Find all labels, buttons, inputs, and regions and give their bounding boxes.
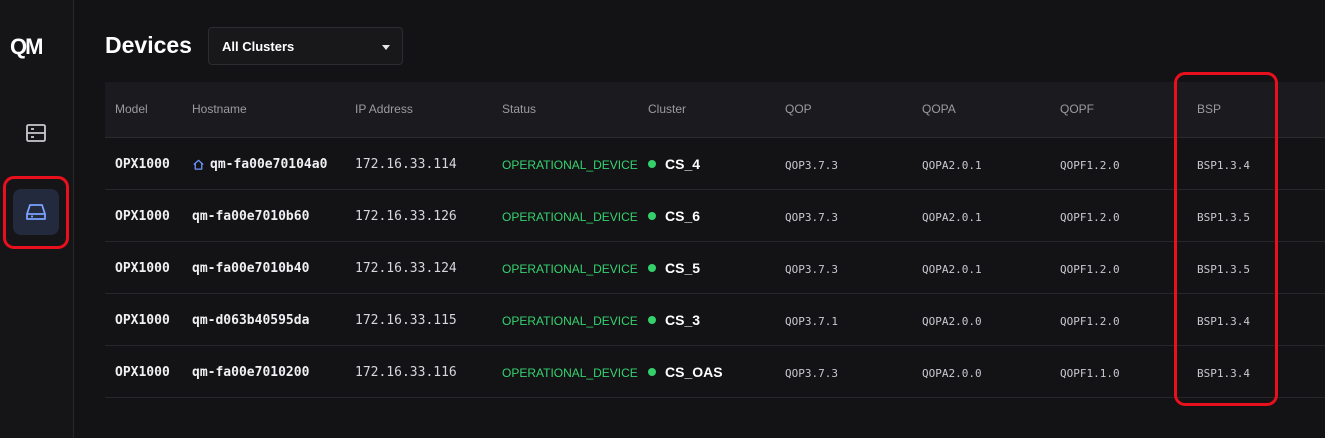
cell-hostname[interactable]: qm-d063b40595da (192, 313, 309, 328)
status-dot (648, 160, 656, 168)
cell-ip: 172.16.33.126 (355, 209, 457, 224)
cell-ip: 172.16.33.115 (355, 313, 457, 328)
col-header-ip: IP Address (355, 102, 413, 116)
cell-qop: QOP3.7.1 (785, 315, 838, 328)
table-row[interactable]: OPX1000 qm-fa00e7010200 172.16.33.116 OP… (105, 346, 1325, 398)
cell-cluster: CS_5 (648, 260, 700, 276)
cluster-name: CS_3 (665, 312, 701, 328)
cell-bsp: BSP1.3.4 (1197, 315, 1250, 328)
cluster-name: CS_5 (665, 260, 701, 276)
cell-cluster: CS_4 (648, 156, 700, 172)
sidebar-item-devices[interactable] (13, 189, 59, 235)
cell-qopf: QOPF1.2.0 (1060, 159, 1120, 172)
cell-status: OPERATIONAL_DEVICE (502, 158, 638, 172)
cell-hostname[interactable]: qm-fa00e70104a0 (192, 157, 327, 172)
cell-hostname[interactable]: qm-fa00e7010200 (192, 365, 309, 380)
cell-model: OPX1000 (115, 261, 170, 276)
cell-model: OPX1000 (115, 209, 170, 224)
cell-ip: 172.16.33.114 (355, 157, 457, 172)
server-icon (26, 124, 46, 142)
table-header: Model Hostname IP Address Status Cluster… (105, 82, 1325, 138)
cell-bsp: BSP1.3.4 (1197, 159, 1250, 172)
col-header-qopa: QOPA (922, 102, 956, 116)
cell-status: OPERATIONAL_DEVICE (502, 366, 638, 380)
hostname-text: qm-fa00e70104a0 (210, 157, 328, 172)
col-header-bsp: BSP (1197, 102, 1222, 116)
cluster-filter-dropdown[interactable]: All Clusters (208, 27, 403, 65)
devices-table: Model Hostname IP Address Status Cluster… (105, 72, 1325, 406)
cell-model: OPX1000 (115, 313, 170, 328)
main-content: Devices All Clusters Model Hostname IP A… (74, 0, 1325, 438)
col-header-hostname: Hostname (192, 102, 247, 116)
cell-status: OPERATIONAL_DEVICE (502, 210, 638, 224)
cell-qopa: QOPA2.0.0 (922, 367, 982, 380)
col-header-model: Model (115, 102, 148, 116)
cell-bsp: BSP1.3.5 (1197, 211, 1250, 224)
cell-status: OPERATIONAL_DEVICE (502, 314, 638, 328)
cell-cluster: CS_6 (648, 208, 700, 224)
cell-bsp: BSP1.3.4 (1197, 367, 1250, 380)
cell-model: OPX1000 (115, 365, 170, 380)
hard-drive-icon (26, 204, 46, 220)
cell-hostname[interactable]: qm-fa00e7010b60 (192, 209, 309, 224)
status-dot (648, 316, 656, 324)
home-icon (193, 159, 204, 170)
cell-cluster: CS_OAS (648, 364, 723, 380)
cell-qopf: QOPF1.2.0 (1060, 263, 1120, 276)
cell-qop: QOP3.7.3 (785, 159, 838, 172)
cell-ip: 172.16.33.116 (355, 365, 457, 380)
cell-qopa: QOPA2.0.1 (922, 263, 982, 276)
cell-qopf: QOPF1.2.0 (1060, 211, 1120, 224)
cell-qopf: QOPF1.1.0 (1060, 367, 1120, 380)
table-row[interactable]: OPX1000 qm-fa00e70104a0 172.16.33.114 OP… (105, 138, 1325, 190)
table-row[interactable]: OPX1000 qm-fa00e7010b40 172.16.33.124 OP… (105, 242, 1325, 294)
cell-bsp: BSP1.3.5 (1197, 263, 1250, 276)
cell-qopa: QOPA2.0.1 (922, 159, 982, 172)
cell-qop: QOP3.7.3 (785, 211, 838, 224)
cluster-name: CS_4 (665, 156, 701, 172)
col-header-cluster: Cluster (648, 102, 687, 116)
col-header-status: Status (502, 102, 537, 116)
cluster-name: CS_6 (665, 208, 701, 224)
table-row[interactable]: OPX1000 qm-d063b40595da 172.16.33.115 OP… (105, 294, 1325, 346)
cell-qop: QOP3.7.3 (785, 367, 838, 380)
col-header-qop: QOP (785, 102, 812, 116)
app-logo[interactable]: QM (10, 34, 60, 59)
cell-cluster: CS_3 (648, 312, 700, 328)
status-dot (648, 212, 656, 220)
sidebar: QM (0, 0, 74, 438)
caret-down-icon (382, 45, 390, 50)
cell-qopa: QOPA2.0.1 (922, 211, 982, 224)
col-header-qopf: QOPF (1060, 102, 1095, 116)
table-row[interactable]: OPX1000 qm-fa00e7010b60 172.16.33.126 OP… (105, 190, 1325, 242)
status-dot (648, 264, 656, 272)
page-title: Devices (105, 32, 192, 58)
status-dot (648, 368, 656, 376)
sidebar-item-servers[interactable] (13, 110, 59, 156)
cluster-name: CS_OAS (665, 364, 723, 380)
cell-qop: QOP3.7.3 (785, 263, 838, 276)
cell-status: OPERATIONAL_DEVICE (502, 262, 638, 276)
cell-qopa: QOPA2.0.0 (922, 315, 982, 328)
cell-hostname[interactable]: qm-fa00e7010b40 (192, 261, 309, 276)
cell-model: OPX1000 (115, 157, 170, 172)
cell-ip: 172.16.33.124 (355, 261, 457, 276)
cell-qopf: QOPF1.2.0 (1060, 315, 1120, 328)
cluster-filter-value: All Clusters (222, 39, 295, 54)
